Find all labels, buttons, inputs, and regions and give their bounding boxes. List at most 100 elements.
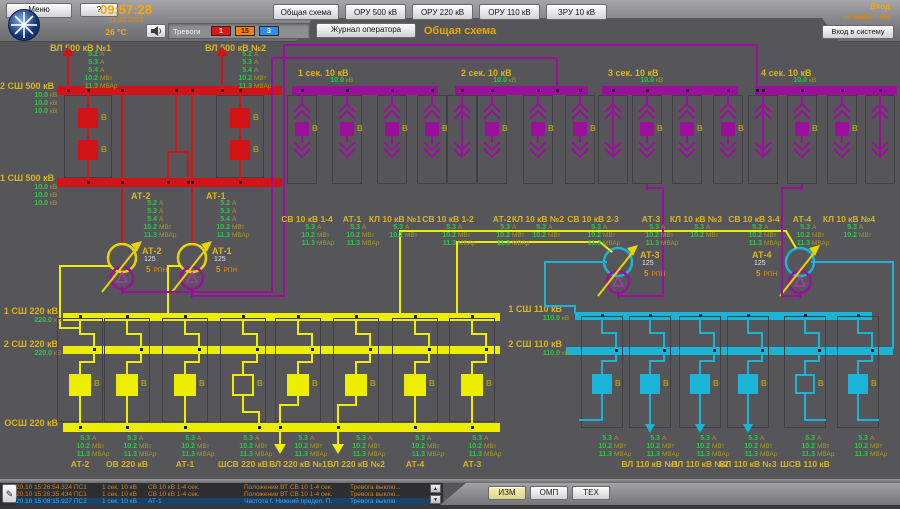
- breaker-220[interactable]: [174, 374, 196, 396]
- withdrawable-breaker-10kv[interactable]: [420, 95, 444, 169]
- breaker-state-label: В: [812, 124, 818, 134]
- tab-overview[interactable]: Общая схема: [273, 4, 339, 20]
- teh-button[interactable]: ТЕХ: [572, 486, 610, 500]
- breaker-500[interactable]: [78, 108, 98, 128]
- breaker-500[interactable]: [78, 140, 98, 160]
- breaker-state-label: В: [713, 379, 719, 389]
- wire: [699, 360, 715, 362]
- tab-zru-10[interactable]: ЗРУ 10 кВ: [546, 4, 607, 20]
- at-feeder-500-measure: 10.2МВт: [113, 224, 185, 232]
- log-row[interactable]: 20.10 15:08:15.927 ПС21 сек. 10 кВАТ-1Ча…: [16, 498, 430, 505]
- login-button[interactable]: Вход в систему: [822, 25, 894, 39]
- alarms-label: Тревоги: [173, 27, 201, 36]
- withdrawable-breaker-10kv[interactable]: [790, 95, 814, 169]
- withdrawable-breaker-10kv[interactable]: [751, 95, 775, 169]
- breaker-state-label: В: [697, 124, 703, 134]
- breaker-110[interactable]: [640, 374, 660, 394]
- withdrawable-breaker-10kv[interactable]: [675, 95, 699, 169]
- wire: [544, 305, 576, 307]
- breaker-110[interactable]: [795, 374, 815, 394]
- junction-dot: [857, 314, 860, 317]
- breaker-500[interactable]: [230, 108, 250, 128]
- breaker-110[interactable]: [738, 374, 758, 394]
- breaker-110[interactable]: [592, 374, 612, 394]
- tab-oru-110[interactable]: ОРУ 110 кВ: [479, 4, 540, 20]
- breaker-220[interactable]: [461, 374, 483, 396]
- arrow-down-icon: [695, 424, 705, 433]
- wire: [747, 360, 763, 362]
- log-row[interactable]: 20.10 15:26:35.434 ПС11 сек. 10 кВСВ 10 …: [16, 491, 430, 498]
- breaker-220[interactable]: [345, 374, 367, 396]
- section-10kv-voltage: 10.0кВ: [610, 77, 682, 85]
- breaker-500[interactable]: [230, 140, 250, 160]
- feeder-10kv-measure: 10.2МВт: [813, 232, 885, 240]
- alarm-badge-red[interactable]: 1: [211, 26, 231, 36]
- line-500-measure: 10.2МВт: [208, 75, 280, 83]
- junction-dot: [431, 89, 434, 92]
- junction-dot: [601, 314, 604, 317]
- sound-button[interactable]: [146, 24, 166, 38]
- withdrawable-breaker-10kv[interactable]: [830, 95, 854, 169]
- log-row[interactable]: 20.10 15:26:54.324 ПС11 сек. 10 кВСВ 10 …: [16, 484, 430, 491]
- bus-110-2-voltage: 110.0кВ: [516, 350, 588, 358]
- log-edit-button[interactable]: ✎: [2, 484, 17, 503]
- tab-oru-220[interactable]: ОРУ 220 кВ: [412, 4, 473, 20]
- alarm-badge-orange[interactable]: 15: [235, 26, 255, 36]
- wire: [857, 360, 859, 375]
- log-scroll-up[interactable]: ▲: [430, 484, 441, 493]
- withdrawable-breaker-10kv[interactable]: [601, 95, 625, 169]
- speaker-icon: [150, 26, 162, 36]
- junction-dot: [649, 314, 652, 317]
- arrow-down-icon: [645, 424, 655, 433]
- junction-dot: [818, 349, 821, 352]
- breaker-220[interactable]: [69, 374, 91, 396]
- junction-dot: [646, 89, 649, 92]
- wire: [79, 395, 81, 425]
- operator-journal-button[interactable]: Журнал оператора: [316, 23, 416, 38]
- izm-button[interactable]: ИЗМ: [488, 486, 526, 500]
- withdrawable-breaker-10kv[interactable]: [526, 95, 550, 169]
- breaker-110[interactable]: [848, 374, 868, 394]
- at-feeder-500-measure: 10.2МВт: [186, 224, 258, 232]
- tab-oru-500[interactable]: ОРУ 500 кВ: [345, 4, 406, 20]
- wire: [857, 393, 859, 421]
- breaker-state-label: В: [871, 379, 877, 389]
- breaker-110[interactable]: [690, 374, 710, 394]
- event-log[interactable]: ✎ 20.10 15:26:54.324 ПС11 сек. 10 кВСВ 1…: [0, 483, 443, 505]
- withdrawable-breaker-10kv[interactable]: [480, 95, 504, 169]
- withdrawable-breaker-10kv[interactable]: [716, 95, 740, 169]
- breaker-220[interactable]: [287, 374, 309, 396]
- wire: [801, 183, 803, 190]
- withdrawable-breaker-10kv[interactable]: [635, 95, 659, 169]
- omp-button[interactable]: ОМП: [530, 486, 568, 500]
- transformer-rating: 125: [642, 260, 654, 269]
- feeder-10kv-measure: 11.3МВАр: [316, 240, 388, 248]
- breaker-220[interactable]: [116, 374, 138, 396]
- withdrawable-breaker-10kv[interactable]: [450, 95, 474, 169]
- feeder-220-measure: 11.3МВАр: [438, 451, 510, 459]
- feeder-110-measure: 5.3А: [824, 435, 896, 443]
- breaker-220[interactable]: [232, 374, 254, 396]
- junction-dot: [79, 426, 82, 429]
- wire: [747, 393, 749, 425]
- wire: [79, 361, 81, 375]
- breaker-220[interactable]: [404, 374, 426, 396]
- wire: [649, 360, 665, 362]
- junction-dot: [471, 426, 474, 429]
- junction-dot: [311, 348, 314, 351]
- log-scroll-down[interactable]: ▼: [430, 495, 441, 504]
- junction-dot: [239, 181, 242, 184]
- withdrawable-breaker-10kv[interactable]: [380, 95, 404, 169]
- temperature: 26 °C: [86, 27, 146, 37]
- log-cell: 20.10 15:26:54.324 ПС1: [16, 484, 102, 491]
- withdrawable-breaker-10kv[interactable]: [868, 95, 892, 169]
- junction-dot: [491, 89, 494, 92]
- wire: [414, 361, 416, 375]
- log-cell: АТ-1: [148, 498, 244, 505]
- withdrawable-breaker-10kv[interactable]: [568, 95, 592, 169]
- alarm-badge-blue[interactable]: 3: [259, 26, 279, 36]
- withdrawable-breaker-10kv[interactable]: [290, 95, 314, 169]
- withdrawable-breaker-10kv[interactable]: [335, 95, 359, 169]
- bus-500-1-voltage: 10.0кВ: [4, 184, 76, 192]
- wire: [414, 395, 416, 425]
